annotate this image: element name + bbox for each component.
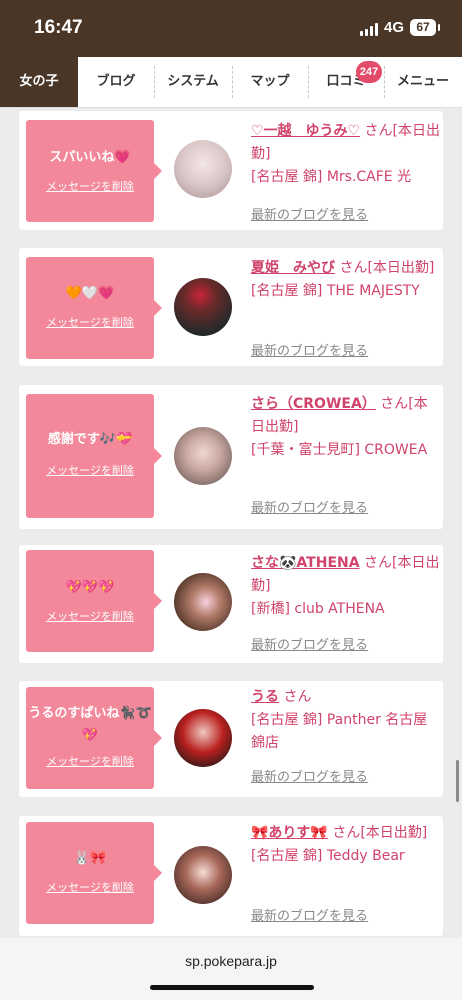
tab-girls[interactable]: 女の子 — [0, 57, 78, 107]
shop-name: [名古屋 錦] Mrs.CAFE 光 — [251, 169, 412, 185]
message-bubble: うるのすぱいね🐈‍⬛➰💖 メッセージを削除 — [26, 687, 162, 789]
latest-blog-link[interactable]: 最新のブログを見る — [251, 634, 368, 653]
status-time: 16:47 — [34, 17, 83, 38]
girl-status: さん — [279, 689, 312, 705]
message-feed: スパいいね💗 メッセージを削除 ♡一越 ゆうみ♡ さん[本日出勤] [名古屋 錦… — [0, 108, 462, 938]
delete-message-link[interactable]: メッセージを削除 — [26, 462, 154, 478]
latest-blog-link[interactable]: 最新のブログを見る — [251, 340, 368, 359]
avatar[interactable] — [174, 140, 232, 198]
home-indicator[interactable] — [150, 985, 314, 990]
delete-message-link[interactable]: メッセージを削除 — [26, 314, 154, 330]
message-text: 🧡🤍💗 — [65, 286, 115, 301]
message-text: 🐰🎀 — [73, 851, 107, 866]
girl-name-link[interactable]: 🎀ありす🎀 — [251, 825, 328, 841]
message-card: 感謝です🎶💝 メッセージを削除 さら（CROWEA） さん[本日出勤] [千葉・… — [19, 385, 443, 529]
network-label: 4G — [384, 19, 405, 36]
message-card: 🧡🤍💗 メッセージを削除 夏姫 みやび さん[本日出勤] [名古屋 錦] THE… — [19, 248, 443, 366]
girl-info: さな🐼ATHENA さん[本日出勤] [新橋] club ATHENA — [251, 552, 441, 621]
avatar[interactable] — [174, 427, 232, 485]
message-text: 💖💖💖 — [65, 580, 115, 595]
message-bubble: 感謝です🎶💝 メッセージを削除 — [26, 394, 162, 518]
girl-name-link[interactable]: ♡一越 ゆうみ♡ — [251, 123, 360, 139]
avatar[interactable] — [174, 278, 232, 336]
signal-icon — [360, 23, 380, 36]
shop-name: [千葉・富士見町] CROWEA — [251, 442, 428, 458]
scrollbar[interactable] — [456, 760, 459, 802]
url-text[interactable]: sp.pokepara.jp — [0, 953, 462, 969]
girl-info: さら（CROWEA） さん[本日出勤] [千葉・富士見町] CROWEA — [251, 393, 441, 462]
girl-status: さん[本日出勤] — [335, 260, 435, 276]
delete-message-link[interactable]: メッセージを削除 — [26, 753, 154, 769]
avatar[interactable] — [174, 573, 232, 631]
girl-name-link[interactable]: さな🐼ATHENA — [251, 555, 360, 571]
message-card: うるのすぱいね🐈‍⬛➰💖 メッセージを削除 うる さん [名古屋 錦] Pant… — [19, 681, 443, 797]
message-card: 💖💖💖 メッセージを削除 さな🐼ATHENA さん[本日出勤] [新橋] clu… — [19, 545, 443, 663]
browser-address-bar[interactable]: sp.pokepara.jp — [0, 938, 462, 1000]
girl-info: 🎀ありす🎀 さん[本日出勤] [名古屋 錦] Teddy Bear — [251, 822, 441, 868]
shop-name: [名古屋 錦] Panther 名古屋錦店 — [251, 712, 428, 751]
tab-blog[interactable]: ブログ — [78, 57, 154, 107]
message-text: スパいいね💗 — [49, 150, 131, 165]
latest-blog-link[interactable]: 最新のブログを見る — [251, 497, 368, 516]
avatar[interactable] — [174, 709, 232, 767]
latest-blog-link[interactable]: 最新のブログを見る — [251, 905, 368, 924]
latest-blog-link[interactable]: 最新のブログを見る — [251, 204, 368, 223]
nav-tabs: 女の子 ブログ システム マップ 口コミ 247 メニュー — [0, 57, 462, 108]
message-bubble: 🧡🤍💗 メッセージを削除 — [26, 257, 162, 359]
girl-status: さん[本日出勤] — [327, 825, 428, 841]
shop-name: [新橋] club ATHENA — [251, 601, 385, 617]
tab-system[interactable]: システム — [154, 57, 232, 107]
message-text: 感謝です🎶💝 — [47, 432, 133, 447]
latest-blog-link[interactable]: 最新のブログを見る — [251, 766, 368, 785]
delete-message-link[interactable]: メッセージを削除 — [26, 879, 154, 895]
girl-info: 夏姫 みやび さん[本日出勤] [名古屋 錦] THE MAJESTY — [251, 257, 441, 303]
status-bar: 16:47 4G 67 — [0, 0, 462, 57]
girl-info: ♡一越 ゆうみ♡ さん[本日出勤] [名古屋 錦] Mrs.CAFE 光 — [251, 120, 441, 189]
message-card: スパいいね💗 メッセージを削除 ♡一越 ゆうみ♡ さん[本日出勤] [名古屋 錦… — [19, 111, 443, 230]
shop-name: [名古屋 錦] THE MAJESTY — [251, 283, 420, 299]
girl-name-link[interactable]: 夏姫 みやび — [251, 260, 335, 276]
message-bubble: スパいいね💗 メッセージを削除 — [26, 120, 162, 222]
girl-name-link[interactable]: さら（CROWEA） — [251, 396, 376, 412]
delete-message-link[interactable]: メッセージを削除 — [26, 608, 154, 624]
avatar[interactable] — [174, 846, 232, 904]
message-bubble: 💖💖💖 メッセージを削除 — [26, 550, 162, 652]
tab-menu[interactable]: メニュー — [384, 57, 462, 107]
message-text: うるのすぱいね🐈‍⬛➰💖 — [28, 706, 152, 743]
message-bubble: 🐰🎀 メッセージを削除 — [26, 822, 162, 924]
shop-name: [名古屋 錦] Teddy Bear — [251, 848, 405, 864]
reviews-count-badge: 247 — [356, 61, 382, 83]
girl-name-link[interactable]: うる — [251, 689, 279, 705]
delete-message-link[interactable]: メッセージを削除 — [26, 178, 154, 194]
girl-info: うる さん [名古屋 錦] Panther 名古屋錦店 — [251, 686, 441, 755]
message-card: 🐰🎀 メッセージを削除 🎀ありす🎀 さん[本日出勤] [名古屋 錦] Teddy… — [19, 816, 443, 936]
battery-icon: 67 — [410, 19, 440, 36]
tab-map[interactable]: マップ — [232, 57, 308, 107]
